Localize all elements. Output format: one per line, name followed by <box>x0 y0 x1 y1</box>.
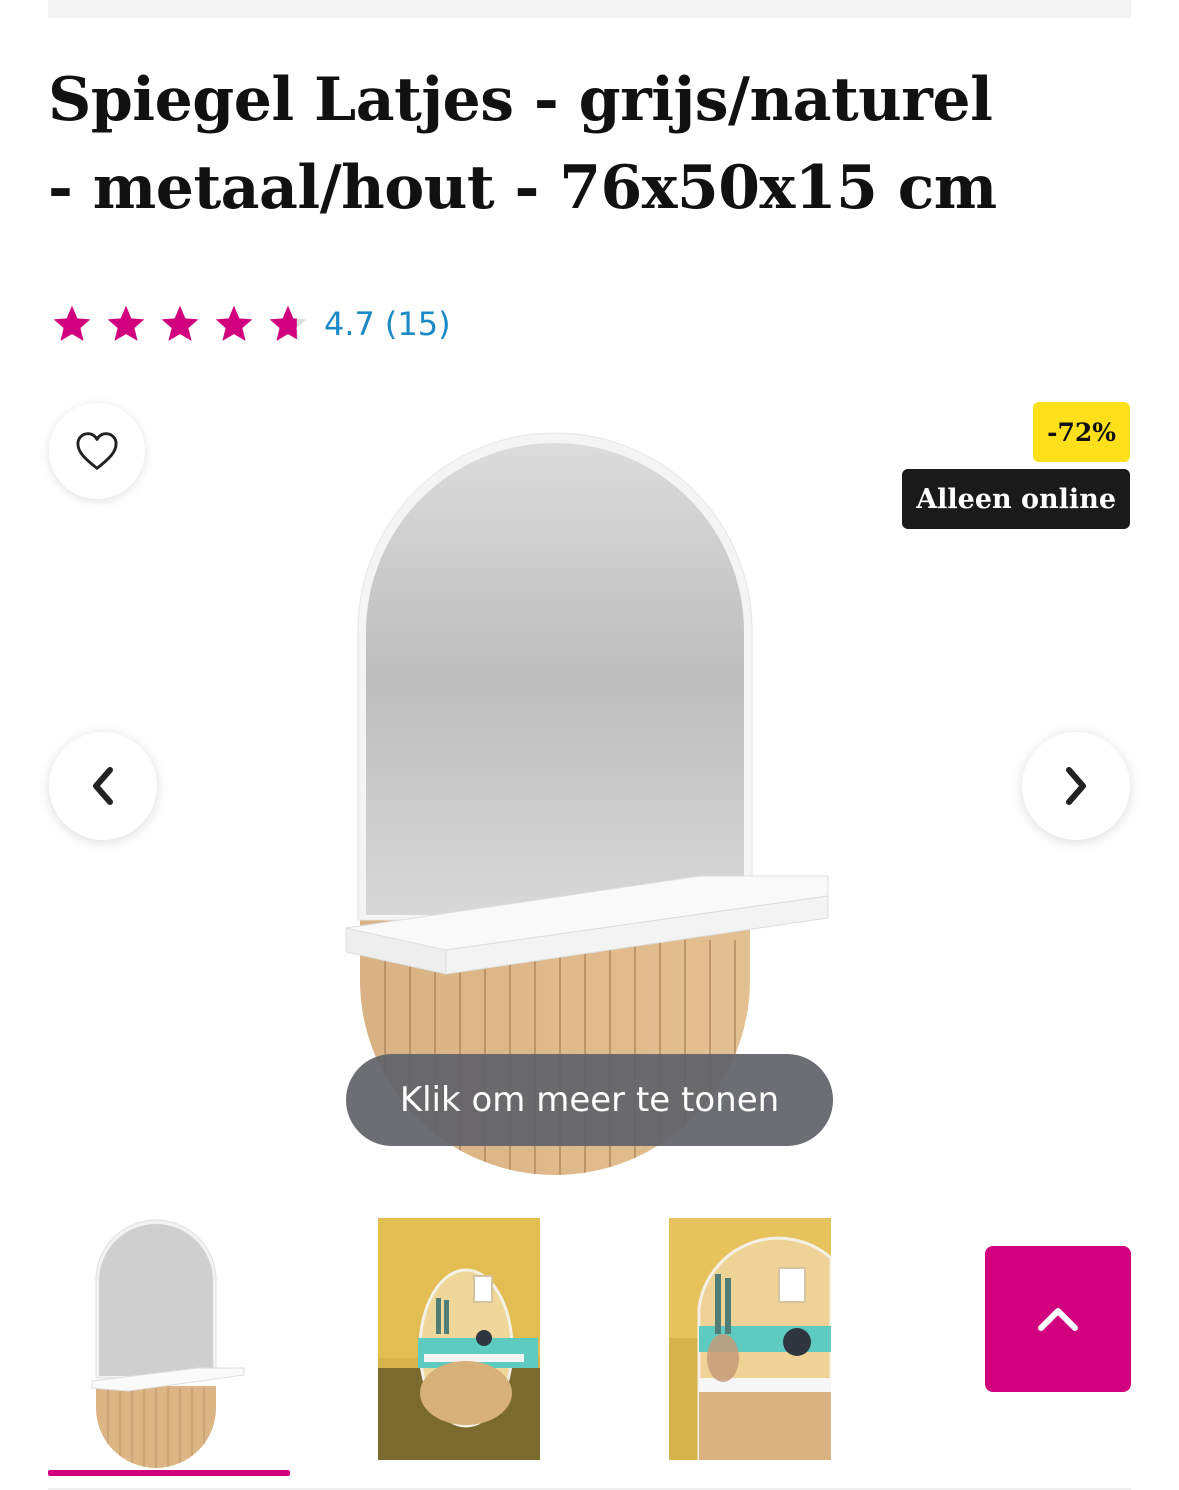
product-rating[interactable]: 4.7 (15) <box>50 300 451 348</box>
online-only-badge: Alleen online <box>902 469 1130 529</box>
heart-outline-icon <box>76 432 118 470</box>
discount-badge: -72% <box>1033 402 1130 462</box>
star-icon <box>161 305 199 341</box>
product-title-line1: Spiegel Latjes - grijs/naturel <box>48 65 993 135</box>
star-icon <box>107 305 145 341</box>
star-icon <box>53 305 91 341</box>
scroll-to-top-button[interactable] <box>985 1246 1131 1392</box>
thumbnail-active-indicator <box>48 1470 290 1476</box>
gallery-next-button[interactable] <box>1022 732 1130 840</box>
gallery-prev-button[interactable] <box>49 732 157 840</box>
chevron-up-icon <box>1038 1308 1078 1331</box>
star-icon <box>215 305 253 341</box>
gallery-thumbnail[interactable] <box>378 1218 540 1460</box>
favorite-button[interactable] <box>49 403 145 499</box>
product-title: Spiegel Latjes - grijs/naturel - metaal/… <box>48 56 1138 232</box>
chevron-left-icon <box>93 767 113 805</box>
chevron-right-icon <box>1066 767 1086 805</box>
rating-score[interactable]: 4.7 <box>324 305 375 343</box>
show-more-button[interactable]: Klik om meer te tonen <box>346 1054 833 1146</box>
top-divider-strip <box>48 0 1131 18</box>
star-partial-icon <box>269 305 307 341</box>
rating-count[interactable]: (15) <box>385 305 451 343</box>
product-title-line2: - metaal/hout - 76x50x15 cm <box>48 153 997 223</box>
gallery-thumbnail[interactable] <box>48 1218 290 1470</box>
gallery-thumbnail[interactable] <box>669 1218 831 1460</box>
